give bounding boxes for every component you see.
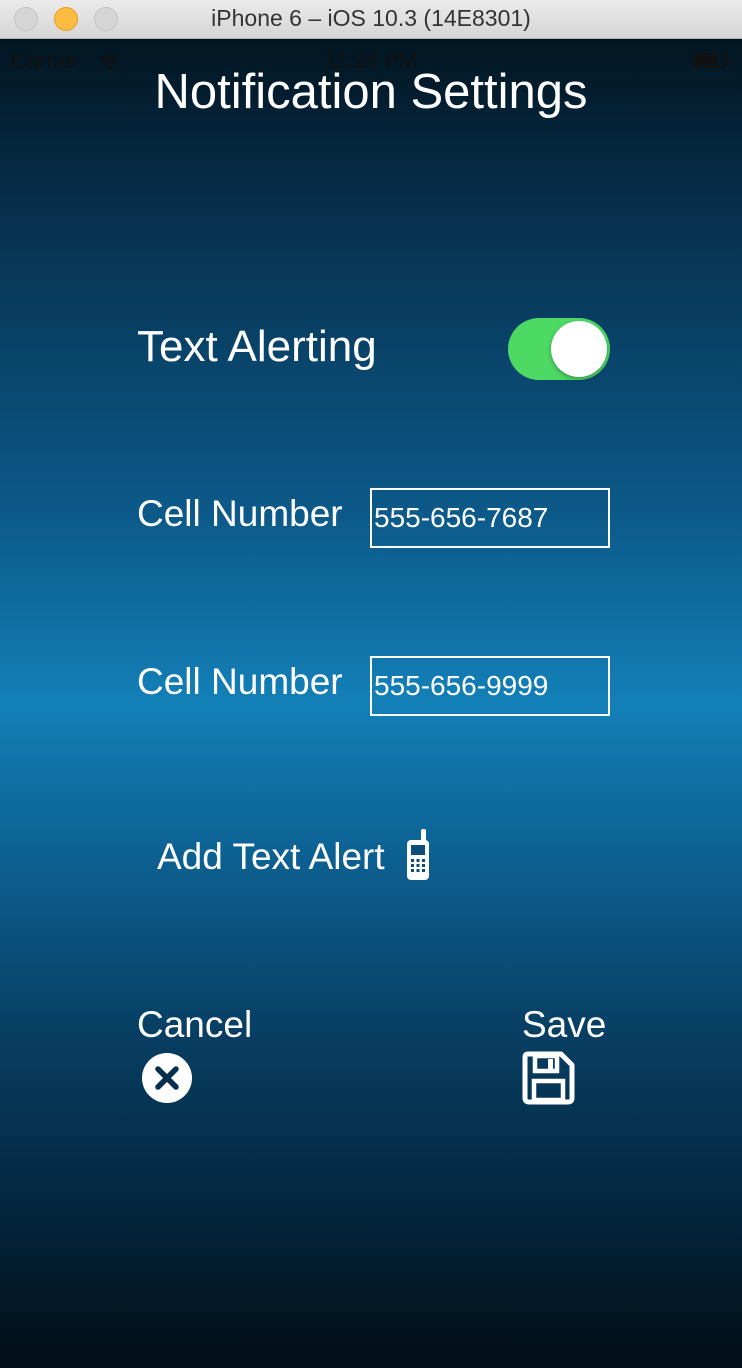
cell-number-field-1[interactable]: [370, 488, 610, 548]
add-text-alert-button[interactable]: Add Text Alert: [157, 827, 430, 887]
cell-number-label-1: Cell Number: [137, 493, 343, 534]
toggle-knob: [551, 321, 607, 377]
simulator-window: iPhone 6 – iOS 10.3 (14E8301) Carrier 11…: [0, 0, 742, 1368]
cancel-label: Cancel: [137, 1004, 253, 1045]
floppy-disk-icon: [522, 1051, 575, 1105]
mobile-phone-icon: [406, 828, 430, 886]
save-label: Save: [522, 1004, 607, 1045]
save-button[interactable]: [521, 1051, 575, 1110]
window-titlebar: iPhone 6 – iOS 10.3 (14E8301): [0, 0, 742, 39]
text-alerting-toggle[interactable]: [508, 318, 610, 380]
cancel-button[interactable]: [142, 1053, 192, 1108]
add-text-alert-label: Add Text Alert: [157, 836, 385, 877]
cell-number-field-2[interactable]: [370, 656, 610, 716]
page-title: Notification Settings: [154, 65, 588, 119]
close-circle-icon: [142, 1053, 192, 1103]
text-alerting-label: Text Alerting: [137, 322, 377, 371]
window-title: iPhone 6 – iOS 10.3 (14E8301): [211, 5, 531, 31]
device-screen: Carrier 11:24 PM Notification Settings T…: [0, 39, 742, 1368]
cell-number-label-2: Cell Number: [137, 661, 343, 702]
